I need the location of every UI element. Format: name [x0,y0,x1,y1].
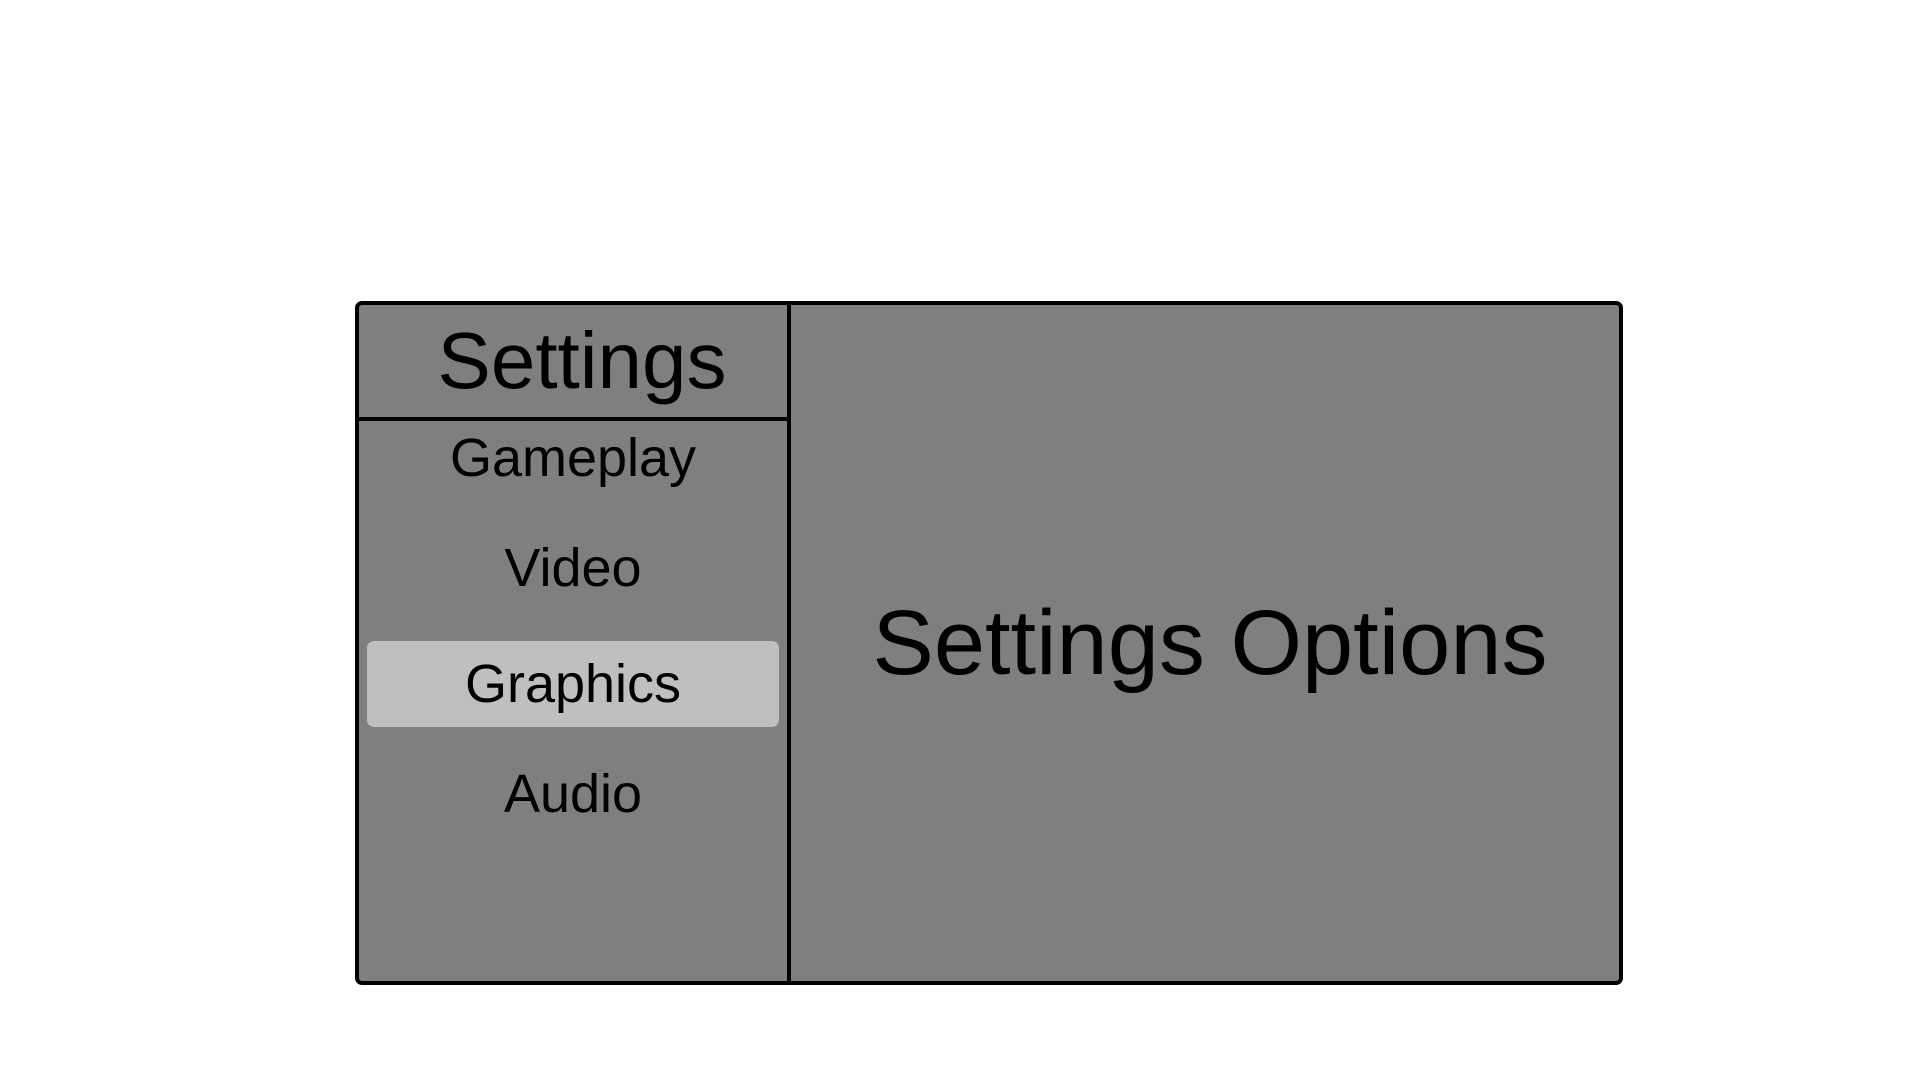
menu-item-label: Graphics [464,654,682,714]
menu-item-graphics[interactable]: Graphics [367,641,779,727]
menu-item-video[interactable]: Video [367,525,779,611]
menu-item-gameplay[interactable]: Gameplay [367,415,779,501]
sidebar-title: Settings [437,316,727,405]
sidebar: Settings Gameplay Video Graphics Audio [359,305,791,981]
settings-options-title: Settings Options [872,592,1548,694]
menu-item-label: Video [504,538,642,598]
menu-item-label: Audio [503,764,643,824]
sidebar-header: Settings [359,305,787,421]
settings-options-panel: Settings Options [791,305,1619,981]
menu-item-label: Gameplay [449,428,697,488]
menu-item-audio[interactable]: Audio [367,751,779,837]
settings-window: Settings Gameplay Video Graphics Audio S… [355,301,1623,985]
